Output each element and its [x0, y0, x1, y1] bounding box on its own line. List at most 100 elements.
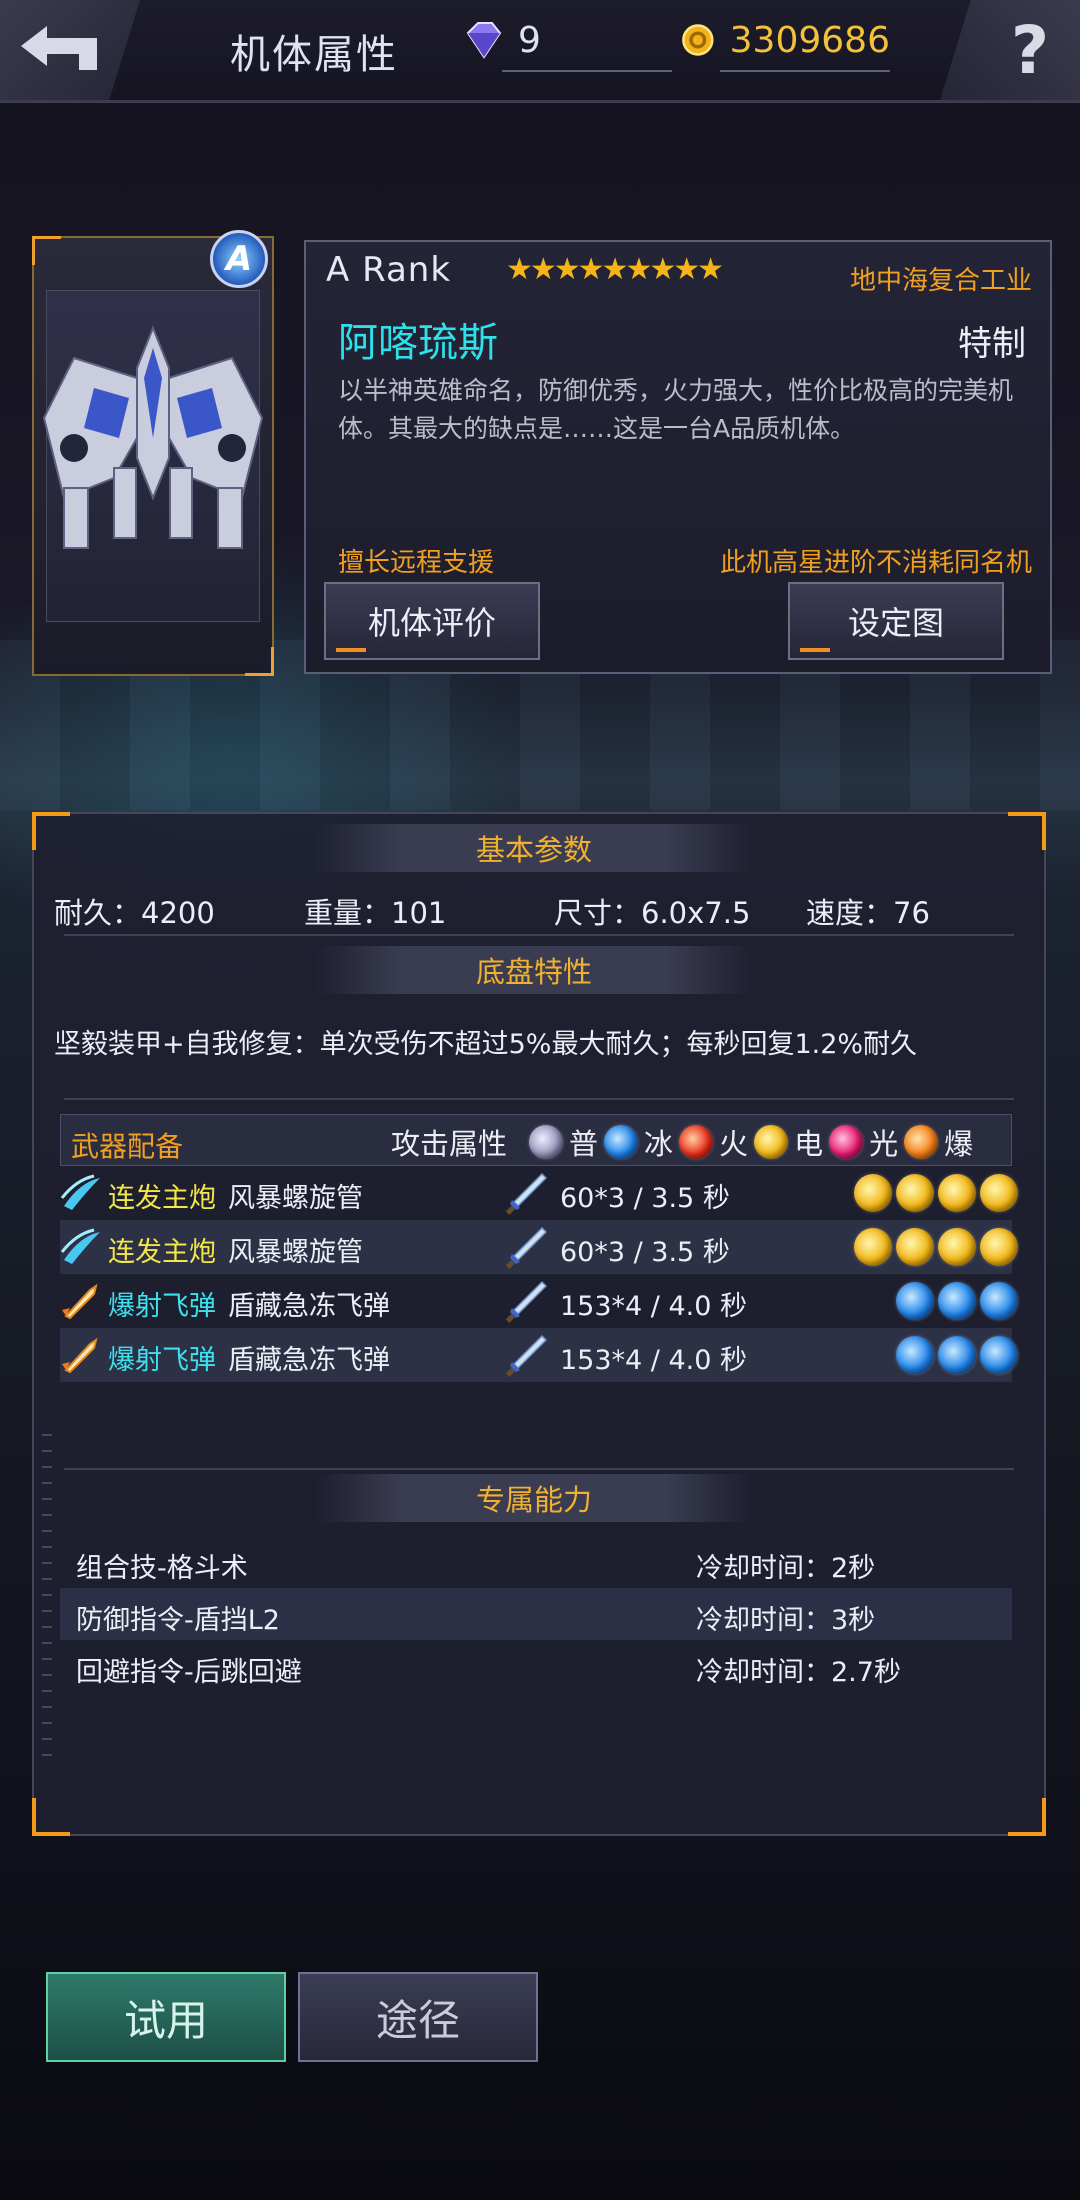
explosive-element-icon: [904, 1125, 939, 1159]
exclusive-abilities-header: 专属能力: [314, 1474, 754, 1522]
mech-specialty: 擅长远程支援: [338, 548, 495, 578]
help-button[interactable]: ?: [940, 0, 1080, 100]
mech-description: 以半神英雄命名，防御优秀，火力强大，性价比极高的完美机体。其最大的缺点是……这是…: [338, 376, 1014, 443]
chassis-trait: 坚毅装甲+自我修复：单次受伤不超过5%最大耐久；每秒回复1.2%耐久: [54, 1029, 918, 1060]
concept-art-button[interactable]: 设定图: [788, 582, 1004, 660]
manufacturer: 地中海复合工业: [849, 266, 1032, 296]
mech-type: 特制: [958, 324, 1026, 364]
elec-element-icon: [980, 1174, 1018, 1212]
ability-name: 防御指令-盾挡L2: [76, 1605, 280, 1636]
weapon-name: 盾藏急冻飞弹: [228, 1345, 390, 1376]
elec-element-icon: [896, 1174, 934, 1212]
coin-icon: [682, 24, 714, 56]
cannon-icon: [60, 1228, 100, 1264]
help-icon: ?: [1010, 11, 1050, 89]
ice-element-icon: [980, 1336, 1018, 1374]
weapon-element-level: [896, 1336, 1018, 1374]
basic-params-header: 基本参数: [314, 824, 754, 872]
ice-element-icon: [896, 1282, 934, 1320]
gem-count: 9: [518, 19, 541, 61]
rank-badge: A: [210, 230, 268, 288]
mech-info-panel: A Rank ★★★★★★★★★ 地中海复合工业 阿喀琉斯 特制 以半神英雄命名…: [304, 240, 1052, 674]
ice-element-icon: [980, 1282, 1018, 1320]
attr-ice: 冰: [644, 1127, 674, 1161]
damage-icon: [505, 1280, 548, 1323]
mech-review-button[interactable]: 机体评价: [324, 582, 540, 660]
light-element-icon: [829, 1125, 864, 1159]
corner-decoration: [1008, 1798, 1046, 1836]
damage-icon: [505, 1334, 548, 1377]
page-title: 机体属性: [230, 32, 398, 78]
back-arrow-icon: [21, 26, 97, 70]
attack-attributes-legend: 攻击属性 普 冰 火 电 光 爆: [391, 1121, 973, 1163]
elec-element-icon: [980, 1228, 1018, 1266]
weapon-element-level: [854, 1174, 1018, 1212]
weapon-name: 风暴螺旋管: [228, 1237, 363, 1268]
ability-row[interactable]: 组合技-格斗术 冷却时间：2秒: [60, 1536, 1012, 1588]
weapons-header: 武器配备 攻击属性 普 冰 火 电 光 爆: [60, 1114, 1012, 1166]
gem-counter: 9: [462, 14, 672, 72]
ice-element-icon: [938, 1336, 976, 1374]
normal-element-icon: [529, 1125, 564, 1159]
weapon-name: 风暴螺旋管: [228, 1183, 363, 1214]
corner-decoration: [1008, 812, 1046, 850]
weapon-type: 连发主炮: [108, 1183, 216, 1214]
attr-fire: 火: [719, 1127, 749, 1161]
scroll-indicator: [42, 1434, 52, 1764]
ability-name: 回避指令-后跳回避: [76, 1657, 302, 1688]
attr-electric: 电: [794, 1127, 824, 1161]
divider: [64, 1098, 1014, 1100]
mech-portrait[interactable]: [32, 236, 274, 676]
weapon-element-level: [896, 1282, 1018, 1320]
mech-name: 阿喀琉斯: [338, 320, 498, 366]
obtain-route-button[interactable]: 途径: [290, 1972, 538, 2070]
mech-image: [42, 325, 264, 549]
weapon-damage: 60*3 / 3.5 秒: [560, 1183, 730, 1214]
weapon-row[interactable]: 连发主炮 风暴螺旋管 60*3 / 3.5 秒: [60, 1166, 1018, 1220]
weapon-damage: 153*4 / 4.0 秒: [560, 1345, 747, 1376]
ability-row[interactable]: 防御指令-盾挡L2 冷却时间：3秒: [60, 1588, 1012, 1640]
ability-row[interactable]: 回避指令-后跳回避 冷却时间：2.7秒: [60, 1640, 1012, 1692]
weapons-label: 武器配备: [71, 1130, 184, 1163]
elec-element-icon: [896, 1228, 934, 1266]
weapon-damage: 153*4 / 4.0 秒: [560, 1291, 747, 1322]
attribute-panel: 基本参数 耐久：4200 重量：101 尺寸：6.0x7.5 速度：76 底盘特…: [32, 812, 1046, 1836]
cannon-icon: [60, 1174, 100, 1210]
weapon-type: 爆射飞弹: [108, 1291, 216, 1322]
abilities-list: 组合技-格斗术 冷却时间：2秒 防御指令-盾挡L2 冷却时间：3秒 回避指令-后…: [60, 1536, 1012, 1692]
electric-element-icon: [754, 1125, 789, 1159]
weapon-row[interactable]: 爆射飞弹 盾藏急冻飞弹 153*4 / 4.0 秒: [60, 1274, 1018, 1328]
ability-cooldown: 冷却时间：2秒: [696, 1553, 876, 1584]
missile-icon: [62, 1337, 98, 1374]
stat-durability: 耐久：4200: [54, 896, 215, 930]
attr-normal: 普: [569, 1127, 599, 1161]
weapon-row[interactable]: 爆射飞弹 盾藏急冻飞弹 153*4 / 4.0 秒: [60, 1328, 1018, 1382]
stat-speed: 速度：76: [806, 896, 930, 930]
elec-element-icon: [854, 1174, 892, 1212]
elec-element-icon: [854, 1228, 892, 1266]
ice-element-icon: [604, 1125, 639, 1159]
damage-icon: [505, 1172, 548, 1215]
upgrade-note: 此机高星进阶不消耗同名机: [719, 548, 1032, 578]
damage-icon: [505, 1226, 548, 1269]
ice-element-icon: [938, 1282, 976, 1320]
attr-explosive: 爆: [944, 1127, 974, 1161]
coin-count: 3309686: [729, 19, 890, 61]
divider: [64, 1468, 1014, 1470]
weapons-table: 武器配备 攻击属性 普 冰 火 电 光 爆 连发主炮 风暴螺旋管 60*3 / 3.…: [60, 1114, 1018, 1382]
stat-weight: 重量：101: [304, 896, 447, 930]
weapon-row[interactable]: 连发主炮 风暴螺旋管 60*3 / 3.5 秒: [60, 1220, 1018, 1274]
star-rating: ★★★★★★★★★: [506, 252, 724, 287]
ice-element-icon: [896, 1336, 934, 1374]
back-button[interactable]: [0, 0, 140, 100]
weapon-element-level: [854, 1228, 1018, 1266]
elec-element-icon: [938, 1174, 976, 1212]
try-button[interactable]: 试用: [38, 1972, 286, 2070]
ability-cooldown: 冷却时间：3秒: [696, 1605, 876, 1636]
weapon-type: 连发主炮: [108, 1237, 216, 1268]
attack-attr-label: 攻击属性: [391, 1127, 508, 1161]
gem-icon: [466, 22, 502, 59]
top-bar: 机体属性 9 3309686 ?: [0, 0, 1080, 103]
elec-element-icon: [938, 1228, 976, 1266]
missile-icon: [62, 1283, 98, 1320]
